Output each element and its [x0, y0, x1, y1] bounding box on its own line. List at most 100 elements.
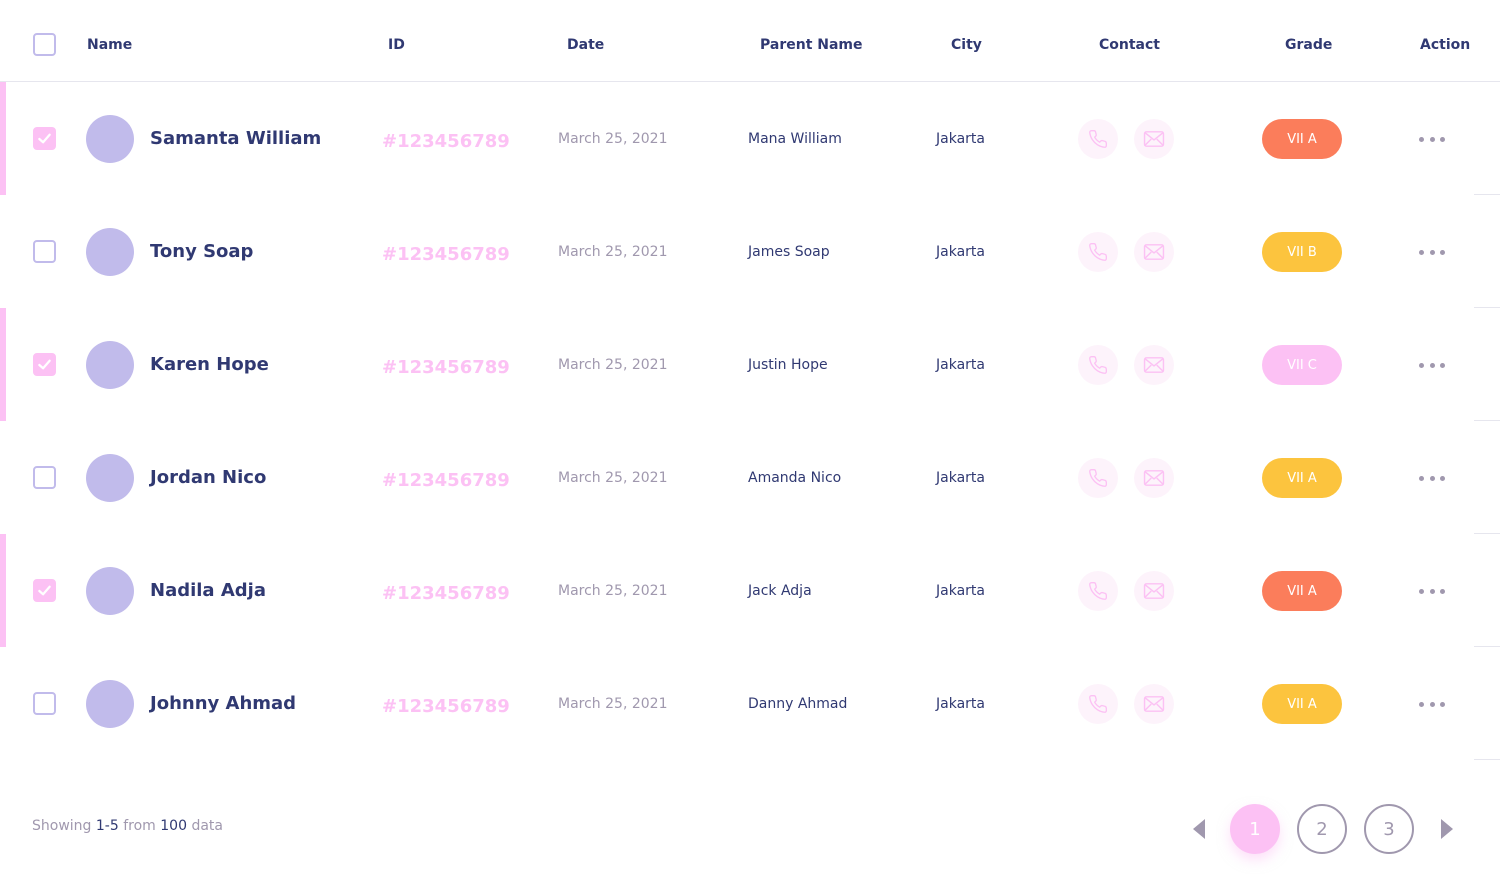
more-dot	[1429, 249, 1435, 255]
email-button[interactable]	[1134, 119, 1174, 159]
row-checkbox[interactable]	[33, 466, 56, 489]
avatar[interactable]	[86, 228, 134, 276]
page-button-3[interactable]: 3	[1364, 804, 1414, 854]
row-checkbox[interactable]	[33, 240, 56, 263]
student-id: #123456789	[382, 583, 510, 604]
student-name[interactable]: Nadila Adja	[150, 580, 266, 601]
parent-name: Justin Hope	[748, 357, 828, 373]
header-contact: Contact	[1099, 37, 1160, 53]
phone-icon	[1088, 129, 1108, 149]
mail-icon	[1143, 695, 1165, 713]
header-date[interactable]: Date	[567, 36, 604, 54]
parent-name: Amanda Nico	[748, 470, 842, 486]
avatar[interactable]	[86, 341, 134, 389]
avatar[interactable]	[86, 115, 134, 163]
call-button[interactable]	[1078, 571, 1118, 611]
student-id: #123456789	[382, 131, 510, 152]
student-name[interactable]: Johnny Ahmad	[150, 693, 296, 714]
student-date: March 25, 2021	[558, 696, 668, 712]
call-button[interactable]	[1078, 232, 1118, 272]
row-checkbox[interactable]	[33, 692, 56, 715]
student-date: March 25, 2021	[558, 470, 668, 486]
parent-name: Jack Adja	[748, 583, 812, 599]
prev-page-button[interactable]	[1192, 818, 1206, 840]
call-button[interactable]	[1078, 345, 1118, 385]
table-row[interactable]: Nadila Adja #123456789 March 25, 2021 Jack …	[0, 534, 1500, 647]
email-button[interactable]	[1134, 458, 1174, 498]
call-button[interactable]	[1078, 119, 1118, 159]
student-id: #123456789	[382, 696, 510, 717]
page-button-1[interactable]: 1	[1230, 804, 1280, 854]
more-dot	[1440, 701, 1445, 707]
grade-badge: VII B	[1262, 232, 1342, 272]
more-horizontal-icon	[1419, 701, 1424, 707]
student-city: Jakarta	[936, 583, 985, 599]
student-date: March 25, 2021	[558, 244, 668, 260]
mail-icon	[1143, 356, 1165, 374]
table-header: Name ID Date Parent Name City Contact Gr…	[0, 0, 1500, 82]
showing-total: 100	[160, 818, 187, 834]
call-button[interactable]	[1078, 684, 1118, 724]
page-button-2[interactable]: 2	[1297, 804, 1347, 854]
more-horizontal-icon	[1419, 475, 1424, 481]
more-options-button[interactable]	[1419, 129, 1445, 149]
table-row[interactable]: Tony Soap #123456789 March 25, 2021 James S…	[0, 195, 1500, 308]
email-button[interactable]	[1134, 345, 1174, 385]
header-parent-name[interactable]: Parent Name	[760, 36, 863, 54]
student-city: Jakarta	[936, 696, 985, 712]
selected-row-indicator	[0, 82, 6, 195]
header-city[interactable]: City	[951, 36, 982, 54]
header-id[interactable]: ID	[388, 36, 405, 54]
avatar[interactable]	[86, 454, 134, 502]
more-options-button[interactable]	[1419, 242, 1445, 262]
email-button[interactable]	[1134, 571, 1174, 611]
more-dot	[1429, 475, 1435, 481]
student-city: Jakarta	[936, 131, 985, 147]
email-button[interactable]	[1134, 684, 1174, 724]
avatar[interactable]	[86, 680, 134, 728]
student-city: Jakarta	[936, 470, 985, 486]
row-checkbox[interactable]	[33, 127, 56, 150]
avatar[interactable]	[86, 567, 134, 615]
more-dot	[1429, 362, 1435, 368]
table-row[interactable]: Samanta William #123456789 March 25, 2021 M…	[0, 82, 1500, 195]
more-options-button[interactable]	[1419, 468, 1445, 488]
header-grade[interactable]: Grade	[1285, 36, 1332, 54]
row-checkbox[interactable]	[33, 353, 56, 376]
call-button[interactable]	[1078, 458, 1118, 498]
mail-icon	[1143, 130, 1165, 148]
next-page-button[interactable]	[1440, 818, 1454, 840]
phone-icon	[1088, 468, 1108, 488]
more-dot	[1429, 701, 1435, 707]
student-date: March 25, 2021	[558, 131, 668, 147]
mail-icon	[1143, 243, 1165, 261]
selected-row-indicator	[0, 308, 6, 421]
parent-name: Danny Ahmad	[748, 696, 848, 712]
header-name[interactable]: Name	[87, 36, 132, 54]
row-divider	[1474, 759, 1500, 760]
table-row[interactable]: Karen Hope #123456789 March 25, 2021 Justin…	[0, 308, 1500, 421]
triangle-left-icon	[1193, 819, 1205, 839]
select-all-checkbox[interactable]	[33, 33, 56, 56]
email-button[interactable]	[1134, 232, 1174, 272]
more-options-button[interactable]	[1419, 581, 1445, 601]
more-dot	[1440, 362, 1445, 368]
row-checkbox[interactable]	[33, 579, 56, 602]
parent-name: James Soap	[748, 244, 830, 260]
table-row[interactable]: Johnny Ahmad #123456789 March 25, 2021 Dann…	[0, 647, 1500, 760]
more-horizontal-icon	[1419, 362, 1424, 368]
student-name[interactable]: Tony Soap	[150, 241, 253, 262]
more-options-button[interactable]	[1419, 355, 1445, 375]
phone-icon	[1088, 581, 1108, 601]
grade-badge: VII A	[1262, 571, 1342, 611]
student-id: #123456789	[382, 357, 510, 378]
more-horizontal-icon	[1419, 136, 1424, 142]
student-name[interactable]: Samanta William	[150, 128, 321, 149]
grade-badge: VII A	[1262, 119, 1342, 159]
more-options-button[interactable]	[1419, 694, 1445, 714]
showing-suffix: data	[191, 818, 223, 834]
student-name[interactable]: Karen Hope	[150, 354, 269, 375]
student-name[interactable]: Jordan Nico	[150, 467, 266, 488]
table-row[interactable]: Jordan Nico #123456789 March 25, 2021 Amand…	[0, 421, 1500, 534]
more-dot	[1440, 249, 1445, 255]
